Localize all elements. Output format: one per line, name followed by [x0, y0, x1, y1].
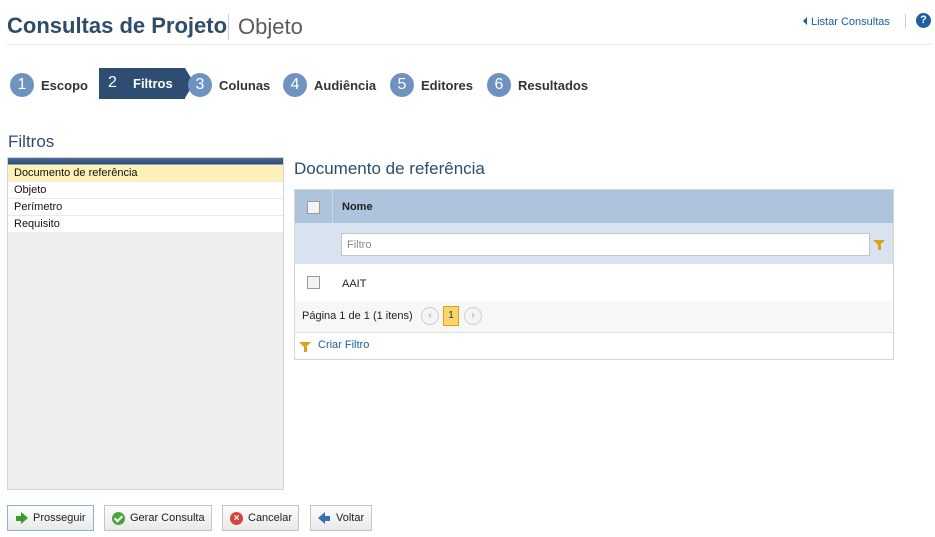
- grid-filter-row: [295, 223, 893, 264]
- column-header-name[interactable]: Nome: [342, 201, 373, 213]
- step-label: Filtros: [133, 76, 173, 91]
- grid-pager: Página 1 de 1 (1 itens) ‹ 1 ›: [295, 301, 893, 333]
- step-label: Escopo: [41, 77, 88, 93]
- step-number: 4: [283, 73, 307, 97]
- panel-header-bar: [8, 158, 283, 165]
- generate-query-label: Gerar Consulta: [130, 512, 205, 524]
- step-label: Colunas: [219, 77, 271, 93]
- header-separator: [905, 14, 906, 28]
- step-results[interactable]: 6 Resultados: [487, 72, 588, 98]
- continue-label: Prosseguir: [33, 512, 86, 524]
- pager-summary: Página 1 de 1 (1 itens): [302, 310, 413, 322]
- select-all-cell: [295, 190, 333, 223]
- pager-prev-button[interactable]: ‹: [421, 307, 439, 325]
- back-button[interactable]: Voltar: [310, 505, 372, 531]
- filter-item-object[interactable]: Objeto: [8, 182, 283, 199]
- step-scope[interactable]: 1 Escopo: [10, 72, 88, 98]
- grid-filter-input[interactable]: [341, 233, 870, 256]
- step-filters[interactable]: 2 Filtros: [99, 68, 194, 99]
- title-separator: [228, 14, 229, 40]
- page-title: Consultas de Projeto: [7, 13, 228, 38]
- generate-query-button[interactable]: Gerar Consulta: [104, 505, 212, 531]
- caret-left-icon: [803, 17, 807, 25]
- pager-current-page[interactable]: 1: [443, 306, 459, 326]
- grid-footer: Criar Filtro: [295, 333, 893, 359]
- create-filter-funnel-icon: [299, 342, 311, 352]
- wizard-steps: 1 Escopo 2 Filtros 3 Colunas 4 Audiência…: [10, 68, 710, 100]
- arrow-right-icon: [15, 511, 28, 525]
- grid-header: Nome: [295, 190, 893, 223]
- step-label: Resultados: [518, 77, 589, 93]
- list-queries-label: Listar Consultas: [811, 16, 890, 28]
- filter-item-requirement[interactable]: Requisito: [8, 216, 283, 233]
- filter-funnel-icon[interactable]: [873, 240, 885, 250]
- step-number: 3: [188, 73, 212, 97]
- step-number: 6: [487, 73, 511, 97]
- filter-item-reference-document[interactable]: Documento de referência: [8, 165, 283, 182]
- reference-document-grid: Nome AAIT Página 1 de 1 (1 itens) ‹ 1 › …: [294, 189, 894, 360]
- filter-list-panel: Documento de referência Objeto Perímetro…: [7, 157, 284, 490]
- create-filter-link[interactable]: Criar Filtro: [318, 339, 369, 351]
- step-columns[interactable]: 3 Colunas: [188, 72, 270, 98]
- filters-section-title: Filtros: [8, 132, 55, 151]
- list-queries-link[interactable]: Listar Consultas: [803, 16, 890, 28]
- step-editors[interactable]: 5 Editores: [390, 72, 473, 98]
- row-checkbox[interactable]: [307, 276, 320, 289]
- select-all-checkbox[interactable]: [307, 201, 320, 214]
- step-number: 1: [10, 73, 34, 97]
- cancel-label: Cancelar: [248, 512, 293, 524]
- pager-next-button[interactable]: ›: [464, 307, 482, 325]
- back-label: Voltar: [336, 512, 365, 524]
- page-subtitle: Objeto: [238, 14, 303, 39]
- step-number: 2: [108, 74, 117, 91]
- row-name-cell: AAIT: [342, 278, 367, 290]
- page-header: Consultas de Projeto Objeto Listar Consu…: [7, 0, 931, 45]
- cancel-circle-icon: ×: [230, 511, 243, 525]
- continue-button[interactable]: Prosseguir: [7, 505, 94, 531]
- cancel-button[interactable]: × Cancelar: [222, 505, 299, 531]
- step-label: Audiência: [314, 77, 377, 93]
- arrow-left-icon: [318, 511, 331, 525]
- step-number: 5: [390, 73, 414, 97]
- step-label: Editores: [421, 77, 474, 93]
- detail-title: Documento de referência: [294, 159, 485, 178]
- check-circle-icon: [112, 511, 125, 525]
- table-row[interactable]: AAIT: [295, 264, 893, 301]
- help-icon[interactable]: ?: [916, 13, 931, 28]
- filter-item-perimeter[interactable]: Perímetro: [8, 199, 283, 216]
- step-audience[interactable]: 4 Audiência: [283, 72, 376, 98]
